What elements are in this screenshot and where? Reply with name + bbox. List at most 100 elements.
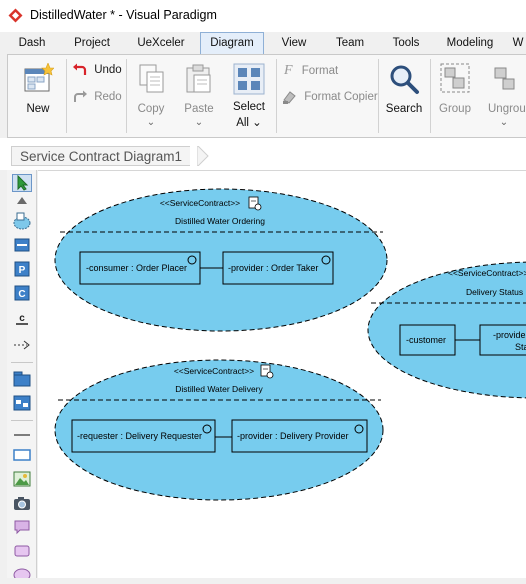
participant-c-icon: C bbox=[14, 285, 30, 301]
image-icon bbox=[13, 471, 31, 487]
contract-name: Distilled Water Delivery bbox=[175, 384, 263, 394]
paste-icon bbox=[186, 64, 211, 93]
select-all-label-line2: All ⌄ bbox=[236, 117, 262, 129]
ungroup-label: Ungroup bbox=[488, 103, 526, 115]
component-tool[interactable] bbox=[12, 236, 32, 254]
tab-diagram[interactable]: Diagram bbox=[200, 32, 264, 55]
note-tool[interactable] bbox=[12, 542, 32, 560]
image-tool[interactable] bbox=[12, 470, 32, 488]
contract-stereotype: <<ServiceContract>> bbox=[448, 268, 526, 278]
format-copier-icon bbox=[283, 91, 296, 104]
contract-stereotype: <<ServiceContract>> bbox=[174, 366, 254, 376]
role-box[interactable]: -customer bbox=[399, 324, 456, 356]
copy-button[interactable]: Copy ⌄ bbox=[130, 57, 172, 135]
camera-icon bbox=[14, 497, 30, 510]
ellipse-tool[interactable] bbox=[12, 566, 32, 584]
tab-project[interactable]: Project bbox=[62, 32, 122, 54]
diagram-canvas[interactable]: <<ServiceContract>> Distilled Water Orde… bbox=[38, 170, 526, 578]
line-tool[interactable] bbox=[12, 426, 32, 444]
ungroup-button[interactable]: Ungroup ⌄ bbox=[478, 57, 526, 135]
role-label: -consumer : Order Placer bbox=[86, 263, 187, 273]
tab-view[interactable]: View bbox=[270, 32, 318, 54]
service-contract-tool[interactable] bbox=[12, 212, 32, 230]
service-contract-delivery-status[interactable]: <<ServiceContract>> Delivery Status -cus… bbox=[367, 261, 526, 399]
new-label: New bbox=[26, 103, 50, 115]
svg-text:c: c bbox=[19, 313, 25, 324]
window-title: DistilledWater * - Visual Paradigm bbox=[30, 8, 217, 22]
component-icon bbox=[14, 238, 30, 252]
search-label: Search bbox=[385, 103, 423, 115]
dashed-arrow-icon bbox=[14, 340, 30, 350]
role-box[interactable]: -provider : Delivery Provider bbox=[231, 419, 368, 453]
tab-uexceler[interactable]: UeXceler bbox=[128, 32, 194, 54]
package-icon bbox=[13, 371, 31, 387]
tab-modeling[interactable]: Modeling bbox=[438, 32, 502, 54]
paste-label: Paste bbox=[184, 103, 214, 115]
tab-team[interactable]: Team bbox=[326, 32, 374, 54]
paste-chevron-icon[interactable]: ⌄ bbox=[178, 117, 220, 128]
role-label: -provider bbox=[493, 330, 526, 340]
format-button[interactable]: F Format bbox=[284, 63, 338, 79]
role-box[interactable]: -requester : Delivery Requester bbox=[71, 419, 216, 453]
diagram-toolbox: P C c bbox=[7, 170, 37, 578]
breadcrumb-arrow-icon bbox=[197, 146, 209, 166]
role-label-continued: Sta bbox=[515, 342, 526, 352]
paste-button[interactable]: Paste ⌄ bbox=[178, 57, 220, 135]
selector-tool[interactable] bbox=[12, 174, 32, 192]
group-label: Group bbox=[439, 103, 471, 115]
new-icon bbox=[24, 63, 54, 92]
role-label: -customer bbox=[406, 335, 446, 345]
role-label: -provider : Delivery Provider bbox=[237, 431, 349, 441]
comment-icon bbox=[14, 520, 30, 535]
package-tool[interactable] bbox=[12, 370, 32, 388]
tab-tools[interactable]: Tools bbox=[382, 32, 430, 54]
undo-label: Undo bbox=[94, 64, 122, 77]
underline-c-icon: c bbox=[16, 313, 28, 325]
role-box[interactable]: -provider Sta bbox=[479, 324, 526, 356]
redo-label: Redo bbox=[94, 91, 122, 104]
undo-button[interactable]: Undo bbox=[72, 63, 122, 77]
participant-p-icon: P bbox=[14, 261, 30, 277]
search-button[interactable]: Search bbox=[382, 57, 426, 135]
service-contract-delivery[interactable]: <<ServiceContract>> Distilled Water Deli… bbox=[54, 359, 384, 501]
format-copier-button[interactable]: Format Copier bbox=[282, 90, 378, 104]
participant-p-tool[interactable]: P bbox=[12, 260, 32, 278]
rectangle-icon bbox=[13, 449, 31, 461]
breadcrumb-diagram[interactable]: Service Contract Diagram1 bbox=[11, 146, 191, 166]
contract-name: Distilled Water Ordering bbox=[175, 216, 265, 226]
ribbon-toolbar: New Undo Redo Copy ⌄ Paste ⌄ Select All … bbox=[7, 54, 526, 138]
service-contract-ordering[interactable]: <<ServiceContract>> Distilled Water Orde… bbox=[54, 188, 388, 332]
structured-class-tool[interactable] bbox=[12, 394, 32, 412]
redo-icon bbox=[74, 90, 87, 102]
ungroup-icon bbox=[494, 67, 515, 90]
contract-name: Delivery Status bbox=[466, 287, 523, 297]
select-all-button[interactable]: Select All ⌄ bbox=[226, 57, 272, 135]
contract-stereotype: <<ServiceContract>> bbox=[160, 198, 240, 208]
rectangle-tool[interactable] bbox=[12, 446, 32, 464]
selector-icon bbox=[17, 175, 29, 191]
tab-dash[interactable]: Dash bbox=[8, 32, 56, 54]
undo-icon bbox=[73, 63, 87, 75]
role-label: -requester : Delivery Requester bbox=[77, 431, 202, 441]
copy-label: Copy bbox=[137, 103, 165, 115]
ungroup-chevron-icon[interactable]: ⌄ bbox=[478, 117, 526, 128]
service-contract-icon bbox=[13, 212, 31, 230]
new-button[interactable]: New bbox=[12, 57, 64, 135]
redo-button[interactable]: Redo bbox=[72, 90, 122, 104]
role-box[interactable]: -provider : Order Taker bbox=[222, 251, 334, 285]
underline-c-tool[interactable]: c bbox=[12, 310, 32, 328]
participant-c-tool[interactable]: C bbox=[12, 284, 32, 302]
breadcrumb-bar: Service Contract Diagram1 bbox=[0, 138, 526, 170]
triangle-up-icon bbox=[17, 197, 27, 204]
camera-tool[interactable] bbox=[12, 494, 32, 512]
copy-chevron-icon[interactable]: ⌄ bbox=[130, 117, 172, 128]
dashed-arrow-tool[interactable] bbox=[12, 336, 32, 354]
group-button[interactable]: Group bbox=[434, 57, 476, 135]
comment-tool[interactable] bbox=[12, 518, 32, 536]
svg-text:P: P bbox=[19, 265, 26, 276]
role-box[interactable]: -consumer : Order Placer bbox=[79, 251, 201, 285]
scroll-up-tool[interactable] bbox=[12, 196, 32, 206]
tab-window[interactable]: W bbox=[510, 32, 526, 54]
app-logo-icon bbox=[8, 8, 23, 23]
format-label: Format bbox=[301, 65, 339, 77]
